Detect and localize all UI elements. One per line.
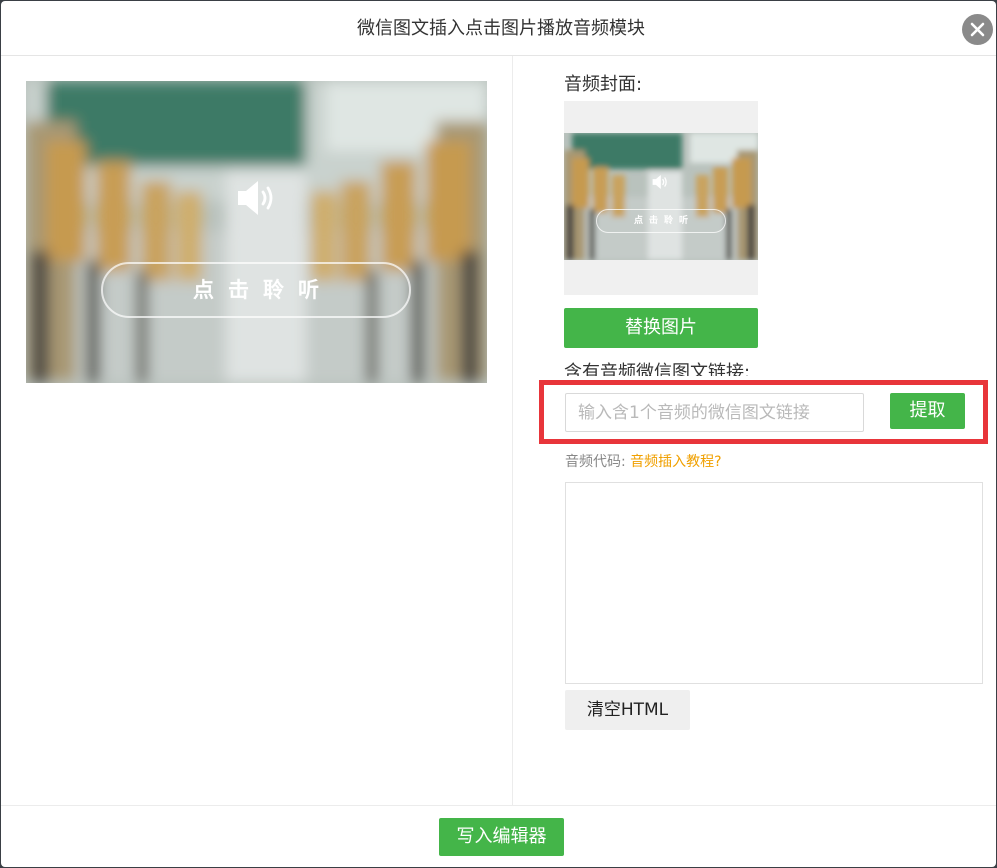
write-to-editor-button[interactable]: 写入编辑器 [439,818,564,856]
dialog-title: 微信图文插入点击图片播放音频模块 [357,18,645,39]
speaker-icon [238,181,273,215]
preview-pane: 点击聆听 [1,56,513,805]
extract-button[interactable]: 提取 [890,393,965,429]
replace-image-button[interactable]: 替换图片 [564,308,758,348]
close-icon [970,22,985,37]
cover-image-box[interactable]: 点击聆听 [564,101,758,295]
cover-thumbnail: 点击聆听 [564,133,758,260]
close-button[interactable] [962,14,993,45]
article-link-input[interactable] [565,393,864,432]
thumb-listen-label: 点击聆听 [633,216,694,226]
settings-pane: 音频封面: 点击聆听 替换图片 含有音频微信图文链接: 输入含1个音频的微信图文… [514,56,996,805]
classroom-background [26,81,487,383]
audio-code-textarea[interactable] [565,482,983,684]
listen-label: 点击聆听 [193,278,333,302]
link-label: 含有音频微信图文链接: [564,362,751,376]
tutorial-link[interactable]: 音频插入教程? [630,454,721,470]
code-label-row: 音频代码: 音频插入教程? [565,453,722,471]
thumbnail-background [564,133,758,260]
clear-html-button[interactable]: 清空HTML [565,690,690,730]
code-label: 音频代码: [565,454,626,470]
audio-module-dialog: 微信图文插入点击图片播放音频模块 点击聆听 音频封面: 点击聆听 替换图片 含有… [1,1,996,867]
dialog-header: 微信图文插入点击图片播放音频模块 [1,1,996,56]
cover-label: 音频封面: [564,74,643,95]
dialog-footer: 写入编辑器 [1,805,996,867]
preview-image: 点击聆听 [26,81,487,383]
speaker-icon-small [652,175,667,189]
